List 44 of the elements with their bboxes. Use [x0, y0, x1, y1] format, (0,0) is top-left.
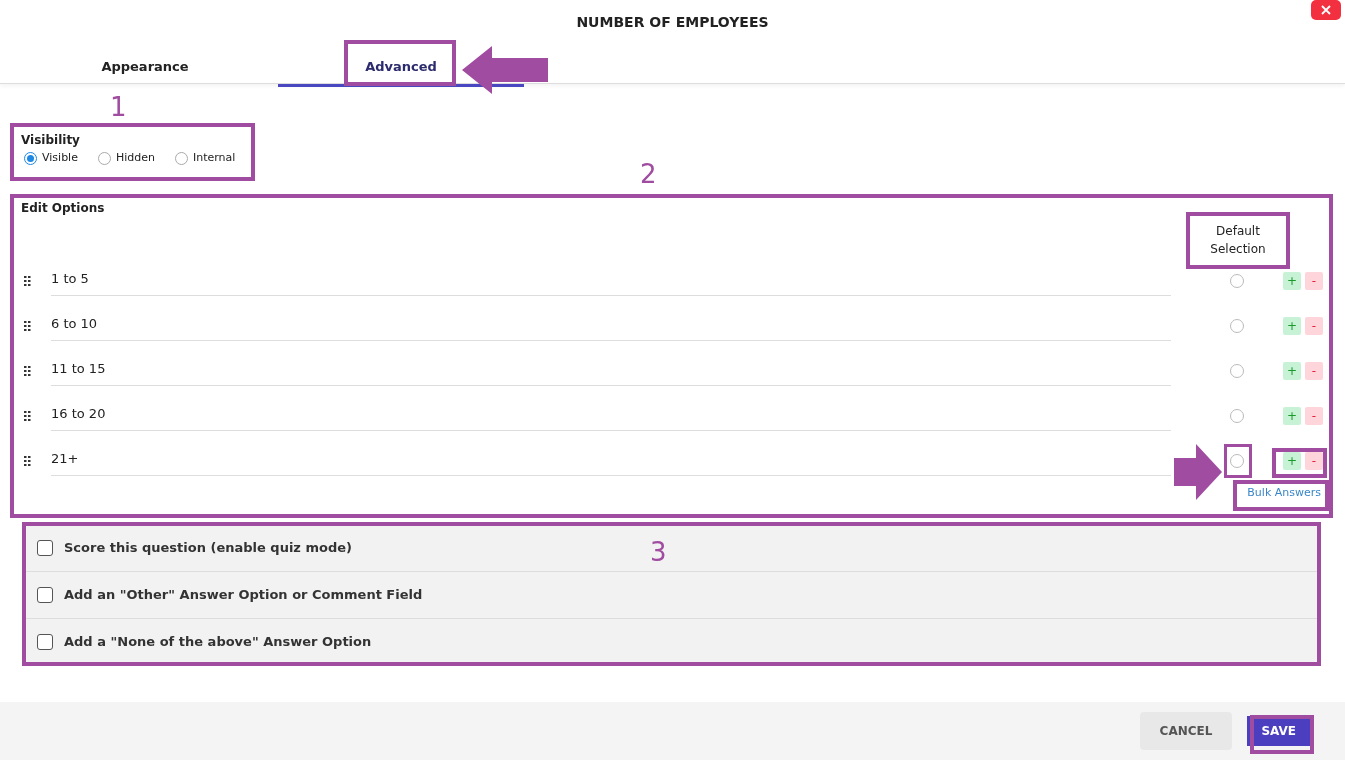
option-input[interactable]: 6 to 10: [51, 307, 1171, 341]
tab[interactable]: Advanced: [357, 53, 445, 81]
drag-handle-icon[interactable]: [24, 366, 32, 376]
add-button[interactable]: +: [1283, 362, 1301, 380]
option-label: Visible: [42, 150, 78, 166]
drag-handle-icon[interactable]: [24, 456, 32, 466]
checkbox[interactable]: [37, 587, 53, 603]
option-label: Internal: [193, 150, 236, 166]
annotation-number: 2: [640, 158, 657, 191]
annotation-number: 1: [110, 91, 127, 124]
column-header: Default Selection: [1209, 222, 1267, 258]
remove-button[interactable]: -: [1305, 317, 1323, 335]
section-label: Edit Options: [21, 199, 105, 217]
remove-button[interactable]: -: [1305, 362, 1323, 380]
option-input[interactable]: 1 to 5: [51, 262, 1171, 296]
option-input[interactable]: 16 to 20: [51, 397, 1171, 431]
annotation-number: 3: [650, 536, 667, 569]
checkbox-label: Add a "None of the above" Answer Option: [64, 633, 372, 652]
option-label: Hidden: [115, 150, 155, 166]
option-input[interactable]: 11 to 15: [51, 352, 1171, 386]
add-button[interactable]: +: [1283, 317, 1301, 335]
remove-button[interactable]: -: [1305, 272, 1323, 290]
section-label: Visibility: [21, 132, 81, 148]
bulk-answers-link[interactable]: Bulk Answers: [1247, 484, 1321, 501]
drag-handle-icon[interactable]: [24, 321, 32, 331]
add-button[interactable]: +: [1283, 272, 1301, 290]
close-icon: [1321, 5, 1331, 15]
checkbox[interactable]: [37, 634, 53, 650]
highlight-frame: [1250, 715, 1314, 754]
add-button[interactable]: +: [1283, 452, 1301, 470]
close-button[interactable]: [1311, 0, 1341, 20]
checkbox-label: Add an "Other" Answer Option or Comment Field: [64, 586, 423, 605]
add-button[interactable]: +: [1283, 407, 1301, 425]
dialog-title: NUMBER OF EMPLOYEES: [576, 13, 769, 32]
tab[interactable]: Appearance: [93, 53, 197, 81]
cancel-button[interactable]: CANCEL: [1139, 712, 1233, 750]
drag-handle-icon[interactable]: [24, 276, 32, 286]
checkbox[interactable]: [37, 539, 53, 556]
option-input[interactable]: 21+: [51, 442, 1171, 476]
checkbox-label: Score this question (enable quiz mode): [64, 538, 352, 557]
arrow-annotation: [1174, 444, 1222, 500]
drag-handle-icon[interactable]: [24, 411, 32, 421]
remove-button[interactable]: -: [1305, 407, 1323, 425]
remove-button[interactable]: -: [1305, 452, 1323, 470]
